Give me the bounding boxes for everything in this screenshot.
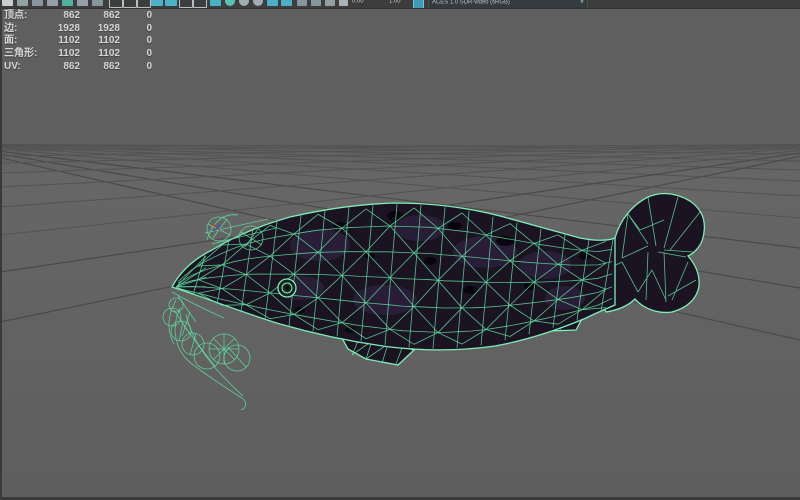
hud-value: 1102 xyxy=(58,48,80,60)
viewport-scene xyxy=(0,143,800,411)
default-lighting-icon[interactable] xyxy=(225,0,235,6)
screen-space-ao-icon[interactable] xyxy=(267,0,278,6)
shadows-icon[interactable] xyxy=(253,0,263,6)
hud-value: 862 xyxy=(103,60,120,72)
hud-value: 0 xyxy=(146,22,152,34)
hud-row-triangles: 三角形: 1102 1102 0 xyxy=(4,48,152,61)
lasso-tool-icon[interactable] xyxy=(17,0,28,6)
film-gate-icon[interactable] xyxy=(109,0,123,8)
hud-value: 862 xyxy=(63,10,80,22)
resolution-gate-icon[interactable] xyxy=(123,0,137,8)
field-chart-icon[interactable] xyxy=(151,0,163,6)
panel-toolbar: 0.00 1.00 ACES 1.0 SDR-video (sRGB) ▾ xyxy=(0,0,800,9)
hud-row-uvs: UV: 862 862 0 xyxy=(4,60,152,73)
snap-to-grid-icon[interactable] xyxy=(62,0,73,6)
fish-eye xyxy=(277,278,297,298)
hud-label: 顶点: xyxy=(4,10,28,22)
hud-value: 1928 xyxy=(57,22,80,34)
safe-action-icon[interactable] xyxy=(165,0,177,6)
hud-value: 0 xyxy=(146,35,152,47)
panel-border-left xyxy=(0,0,2,500)
snap-to-curve-icon[interactable] xyxy=(77,0,88,6)
hud-label: 面: xyxy=(4,35,18,47)
gate-mask-icon[interactable] xyxy=(137,0,151,8)
exposure-value[interactable]: 0.00 xyxy=(352,0,364,4)
hud-value: 0 xyxy=(146,60,152,72)
hud-value: 1102 xyxy=(98,48,120,60)
hud-label: UV: xyxy=(4,60,21,72)
isolate-select-icon[interactable] xyxy=(297,0,307,6)
maya-viewport-panel: 0.00 1.00 ACES 1.0 SDR-video (sRGB) ▾ 顶点… xyxy=(0,0,800,500)
hud-row-faces: 面: 1102 1102 0 xyxy=(4,35,152,48)
hud-value: 862 xyxy=(103,10,120,22)
poly-count-hud: 顶点: 862 862 0 边: 1928 1928 0 面: 1102 110… xyxy=(4,10,152,73)
wireframe-mode-icon[interactable] xyxy=(210,0,221,6)
hud-value: 1102 xyxy=(58,35,80,47)
paint-select-icon[interactable] xyxy=(32,0,43,6)
fish-tail-fin xyxy=(599,192,706,314)
hud-row-vertices: 顶点: 862 862 0 xyxy=(4,10,152,23)
hud-label: 边: xyxy=(4,22,18,34)
view-transform-label: ACES 1.0 SDR-video (sRGB) xyxy=(432,0,510,5)
hud-row-edges: 边: 1928 1928 0 xyxy=(4,23,152,36)
fish-wireframe-model[interactable] xyxy=(162,192,706,411)
chevron-down-icon: ▾ xyxy=(580,0,584,6)
snap-to-point-icon[interactable] xyxy=(92,0,103,6)
hud-value: 862 xyxy=(63,60,80,72)
hud-value: 1928 xyxy=(97,22,120,34)
viewport-canvas[interactable]: 顶点: 862 862 0 边: 1928 1928 0 面: 1102 110… xyxy=(0,8,800,500)
hud-label: 三角形: xyxy=(4,48,38,60)
view-transform-dropdown[interactable]: ACES 1.0 SDR-video (sRGB) ▾ xyxy=(428,0,588,8)
color-management-icon[interactable] xyxy=(413,0,424,8)
joints-xray-icon[interactable] xyxy=(325,0,335,6)
safe-title-icon[interactable] xyxy=(179,0,193,8)
hud-value: 0 xyxy=(146,48,152,60)
grease-pencil-icon[interactable] xyxy=(339,0,348,6)
xray-icon[interactable] xyxy=(311,0,321,6)
select-tool-icon[interactable] xyxy=(2,0,13,6)
gamma-value[interactable]: 1.00 xyxy=(389,0,401,4)
select-camera-icon[interactable] xyxy=(47,0,58,6)
all-lights-icon[interactable] xyxy=(239,0,249,6)
hud-value: 1102 xyxy=(98,35,120,47)
camera-attributes-icon[interactable] xyxy=(193,0,207,8)
motion-blur-icon[interactable] xyxy=(281,0,292,6)
hud-value: 0 xyxy=(146,10,152,22)
